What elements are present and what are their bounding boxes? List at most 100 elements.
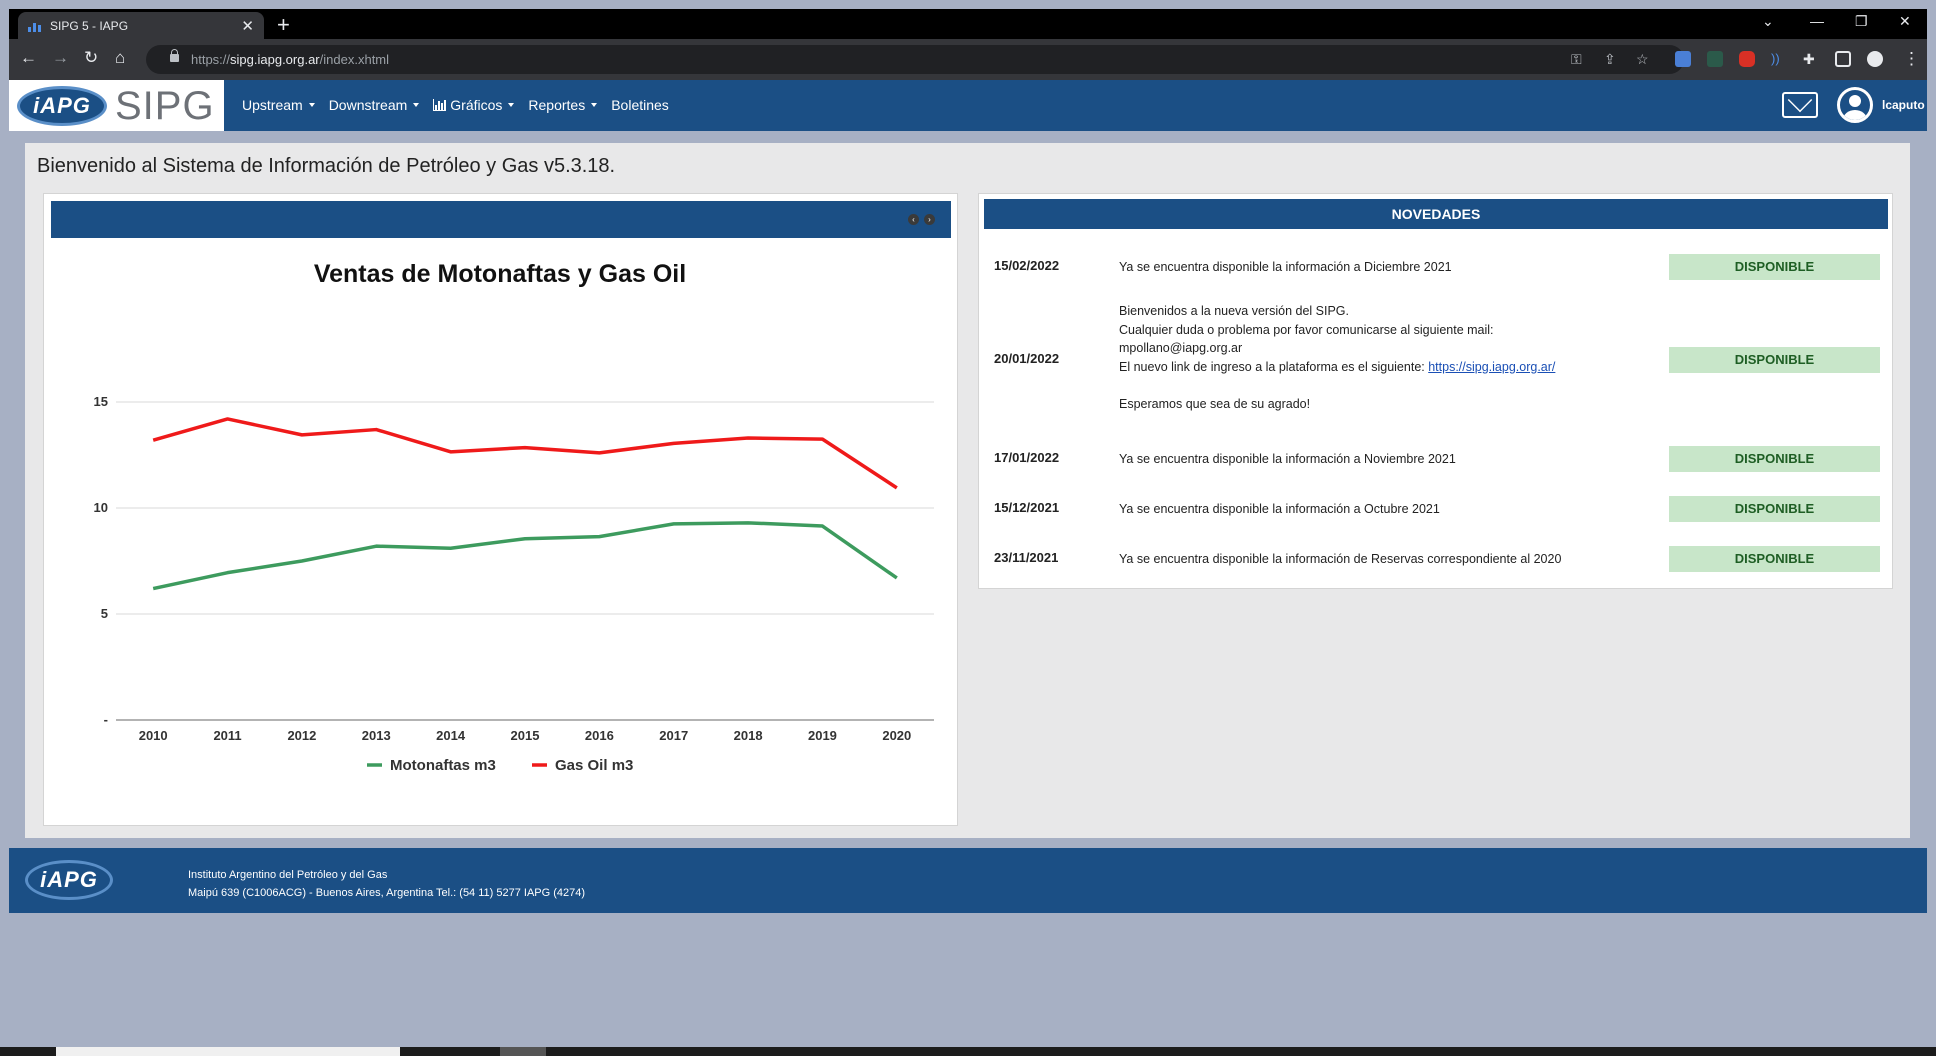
series-line-gas-oil-m3: [152, 417, 898, 490]
x-tick-label: 2016: [585, 728, 614, 743]
new-tab-icon[interactable]: +: [277, 12, 290, 38]
caret-down-icon: [413, 103, 420, 107]
x-tick-label: 2014: [436, 728, 466, 743]
chart-panel-header: ‹ ›: [51, 201, 951, 238]
mail-icon[interactable]: [1782, 92, 1818, 118]
news-panel: NOVEDADES 15/02/2022 Ya se encuentra dis…: [978, 193, 1893, 589]
side-panel-icon[interactable]: [1835, 51, 1851, 67]
legend-label: Motonaftas m3: [390, 757, 496, 774]
carousel-prev-icon[interactable]: ‹: [908, 214, 919, 225]
carousel-next-icon[interactable]: ›: [924, 214, 935, 225]
bookmark-star-icon[interactable]: ☆: [1636, 51, 1649, 68]
close-tab-icon[interactable]: ✕: [241, 17, 254, 35]
key-icon[interactable]: ⚿: [1571, 51, 1582, 68]
y-tick-label: 10: [94, 500, 108, 515]
caret-down-icon: [508, 103, 515, 107]
y-tick-label: -: [104, 712, 108, 727]
tab-title: SIPG 5 - IAPG: [50, 18, 129, 33]
x-tick-label: 2018: [734, 728, 763, 743]
news-title: NOVEDADES: [984, 199, 1888, 229]
back-icon[interactable]: ←: [20, 48, 37, 68]
browser-menu-icon[interactable]: ⋮: [1903, 49, 1920, 69]
restore-icon[interactable]: ❐: [1855, 13, 1868, 30]
news-date: 17/01/2022: [994, 450, 1060, 465]
menu-reportes[interactable]: Reportes: [528, 97, 598, 113]
menu-graficos[interactable]: Gráficos: [433, 97, 515, 113]
lock-icon[interactable]: [170, 49, 179, 62]
legend-item: Motonaftas m3: [367, 757, 496, 774]
translate-extension-icon[interactable]: [1675, 51, 1691, 67]
x-tick-label: 2012: [287, 728, 316, 743]
x-tick-label: 2011: [213, 728, 241, 743]
status-badge: DISPONIBLE: [1669, 254, 1880, 280]
sipg-link[interactable]: https://sipg.iapg.org.ar/: [1428, 360, 1555, 374]
x-tick-label: 2017: [659, 728, 688, 743]
news-text: Bienvenidos a la nueva versión del SIPG.…: [1119, 304, 1556, 411]
reload-icon[interactable]: ↻: [84, 48, 98, 68]
user-avatar-icon[interactable]: [1837, 87, 1873, 123]
home-icon[interactable]: ⌂: [115, 48, 125, 68]
y-tick-label: 5: [101, 606, 108, 621]
menu-downstream[interactable]: Downstream: [329, 97, 420, 113]
news-date: 23/11/2021: [994, 550, 1059, 565]
logo[interactable]: iAPG SIPG: [9, 80, 224, 131]
footer-logo: iAPG: [25, 860, 113, 900]
chart-favicon-icon: [28, 20, 42, 32]
username[interactable]: lcaputo: [1882, 98, 1925, 112]
extension-icon[interactable]: [1707, 51, 1723, 67]
caret-down-icon: [591, 103, 598, 107]
minimize-icon[interactable]: —: [1810, 13, 1824, 29]
audio-extension-icon[interactable]: )): [1771, 51, 1787, 67]
iapg-logo: iAPG: [17, 86, 107, 126]
caret-down-icon: [308, 103, 315, 107]
news-date: 15/12/2021: [994, 500, 1060, 515]
puzzle-extensions-icon[interactable]: ✚: [1803, 51, 1819, 67]
news-text: Ya se encuentra disponible la informació…: [1119, 552, 1562, 566]
x-tick-label: 2010: [139, 728, 168, 743]
bar-chart-icon: [433, 99, 447, 111]
x-tick-label: 2013: [362, 728, 391, 743]
chart-title: Ventas de Motonaftas y Gas Oil: [314, 260, 686, 288]
browser-tab[interactable]: SIPG 5 - IAPG ✕: [18, 12, 264, 39]
news-text: Ya se encuentra disponible la informació…: [1119, 260, 1452, 274]
url-input[interactable]: https://sipg.iapg.org.ar/index.xhtml ⚿ ⇪…: [146, 45, 1684, 74]
footer-text: Instituto Argentino del Petróleo y del G…: [188, 869, 586, 899]
site-header: iAPG SIPG Upstream Downstream Gráficos R…: [9, 80, 1927, 131]
legend-label: Gas Oil m3: [555, 757, 633, 774]
url-text: https://sipg.iapg.org.ar/index.xhtml: [191, 52, 390, 67]
profile-avatar-icon[interactable]: [1867, 51, 1883, 67]
forward-icon[interactable]: →: [52, 48, 69, 68]
status-badge: DISPONIBLE: [1669, 446, 1880, 472]
status-badge: DISPONIBLE: [1669, 496, 1880, 522]
taskbar-active-window[interactable]: [56, 1047, 400, 1056]
status-badge: DISPONIBLE: [1669, 347, 1880, 373]
news-text: Ya se encuentra disponible la informació…: [1119, 502, 1440, 516]
chart-panel: ‹ › Ventas de Motonaftas y Gas Oil - 5 10 1…: [43, 193, 958, 826]
brand-name: SIPG: [115, 84, 215, 128]
menu-upstream[interactable]: Upstream: [242, 97, 315, 113]
page-background: [9, 913, 1927, 1043]
window-close-icon[interactable]: ✕: [1899, 13, 1911, 30]
legend-item: Gas Oil m3: [532, 757, 633, 774]
y-tick-label: 15: [94, 394, 108, 409]
taskbar-button[interactable]: [500, 1047, 546, 1056]
taskbar: [0, 1047, 1936, 1056]
news-text: Ya se encuentra disponible la informació…: [1119, 452, 1456, 466]
news-date: 20/01/2022: [994, 351, 1060, 366]
x-tick-label: 2020: [882, 728, 911, 743]
news-date: 15/02/2022: [994, 258, 1060, 273]
main-menu: Upstream Downstream Gráficos Reportes Bo…: [242, 97, 669, 113]
menu-boletines[interactable]: Boletines: [611, 97, 669, 113]
browser-tab-strip: SIPG 5 - IAPG ✕ + ⌄ — ❐ ✕: [9, 9, 1927, 39]
share-icon[interactable]: ⇪: [1604, 51, 1616, 68]
status-badge: DISPONIBLE: [1669, 546, 1880, 572]
x-tick-label: 2019: [808, 728, 837, 743]
x-tick-label: 2015: [511, 728, 540, 743]
sales-line-chart: Ventas de Motonaftas y Gas Oil - 5 10 15 20…: [94, 260, 934, 774]
footer: iAPG Instituto Argentino del Petróleo y …: [9, 848, 1927, 913]
youtube-extension-icon[interactable]: [1739, 51, 1755, 67]
address-bar: ← → ↻ ⌂ https://sipg.iapg.org.ar/index.x…: [9, 39, 1927, 80]
main-content: Bienvenido al Sistema de Información de …: [25, 143, 1910, 838]
page-title: Bienvenido al Sistema de Información de …: [37, 155, 616, 177]
tab-search-icon[interactable]: ⌄: [1762, 13, 1774, 30]
